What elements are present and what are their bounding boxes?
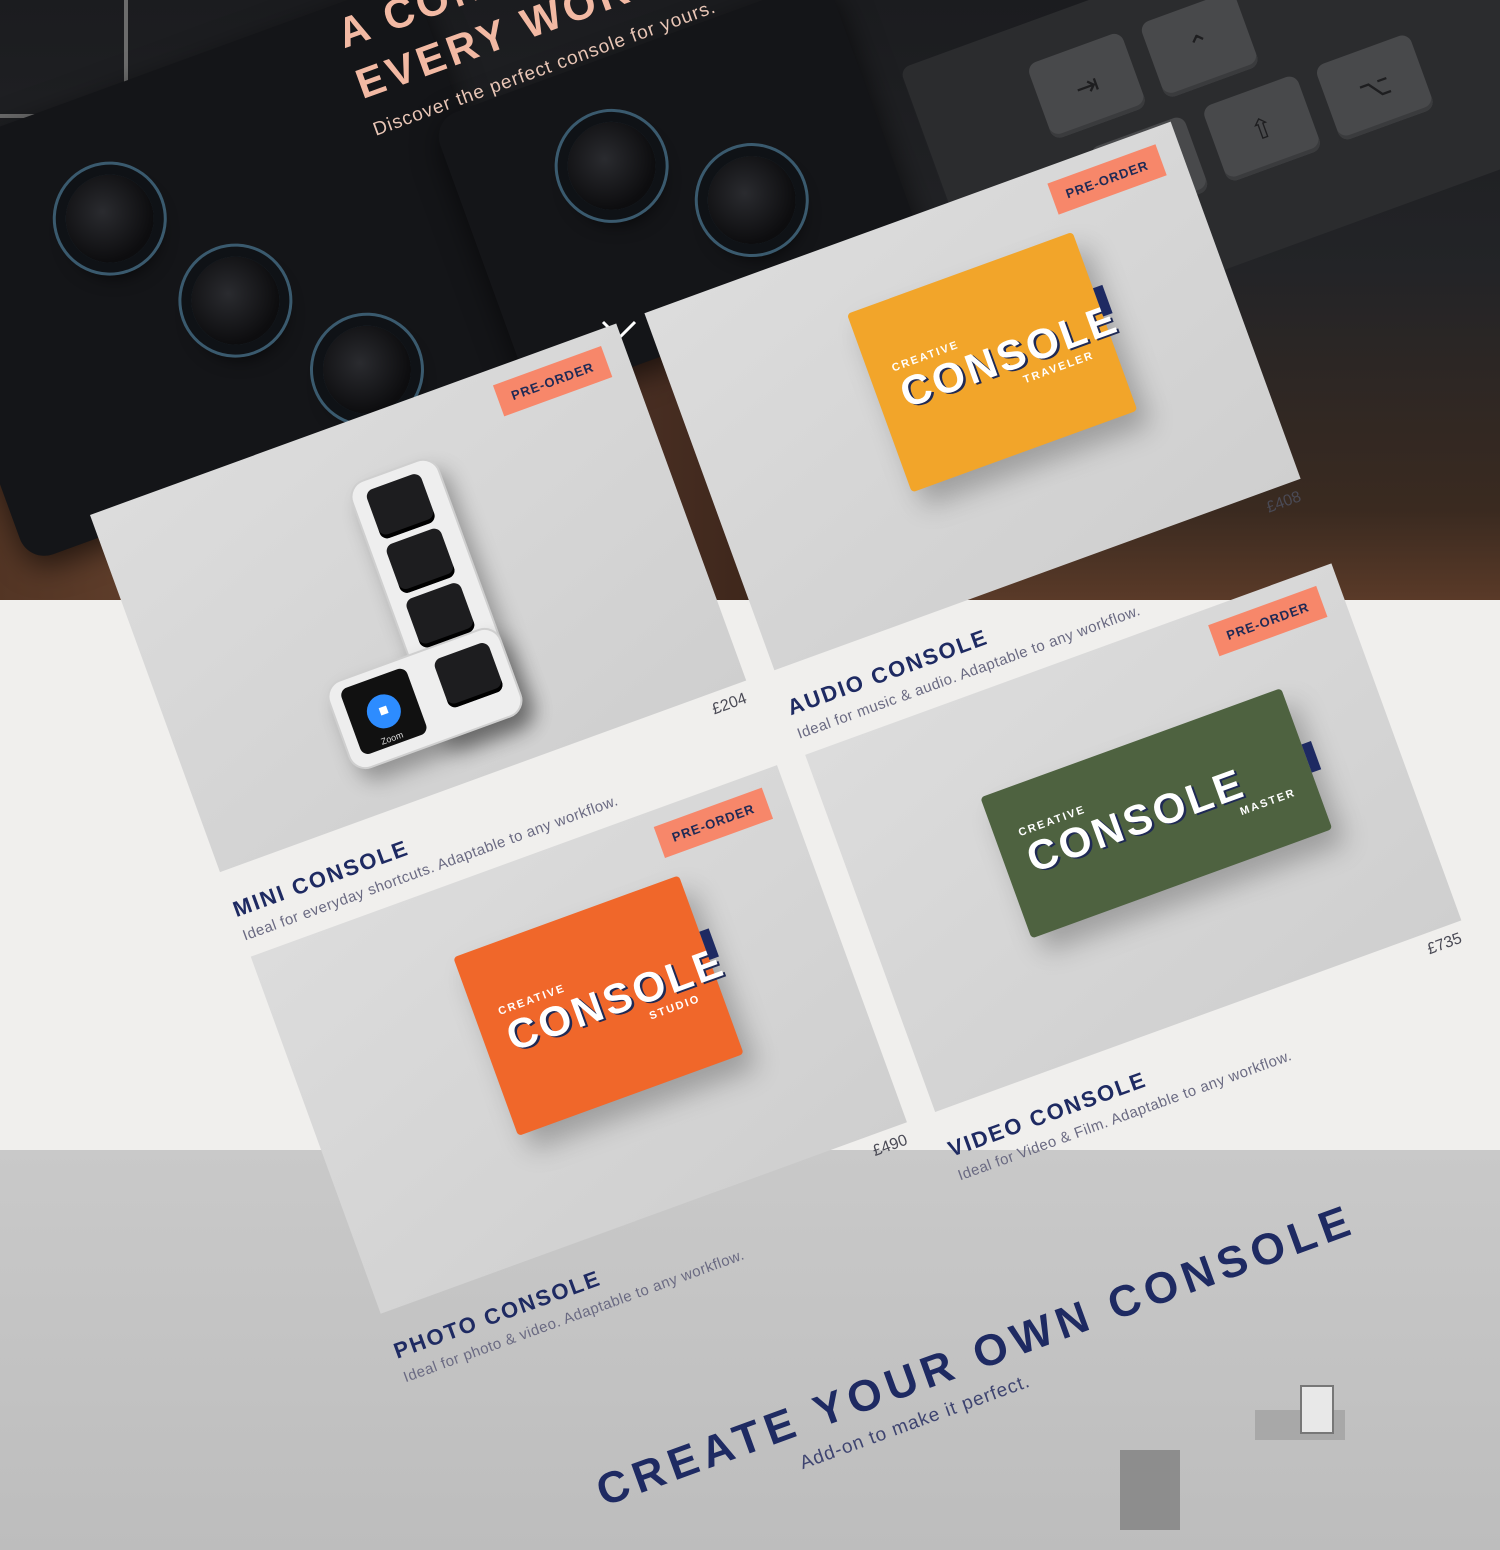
knob <box>555 109 669 223</box>
addon-slider-module <box>1300 1385 1334 1434</box>
addon-block <box>1120 1450 1180 1530</box>
camera-icon: ■ <box>362 689 406 734</box>
knob <box>178 244 292 357</box>
key: ⇥ <box>1026 31 1148 141</box>
product-box: CREATIVE CONSOLE MASTER <box>980 688 1333 939</box>
knob <box>53 162 167 275</box>
pre-order-badge: PRE-ORDER <box>653 787 774 859</box>
key: ⇧ <box>1201 73 1323 184</box>
pre-order-badge: PRE-ORDER <box>1208 585 1328 657</box>
mini-console-device: ■ Zoom <box>257 429 576 790</box>
product-box: CREATIVE CONSOLE STUDIO <box>453 875 744 1136</box>
knob <box>695 143 809 257</box>
product-box: CREATIVE CONSOLE TRAVELER <box>846 231 1138 493</box>
key: ⌃ <box>1139 0 1261 100</box>
key: ⌥ <box>1314 32 1436 143</box>
